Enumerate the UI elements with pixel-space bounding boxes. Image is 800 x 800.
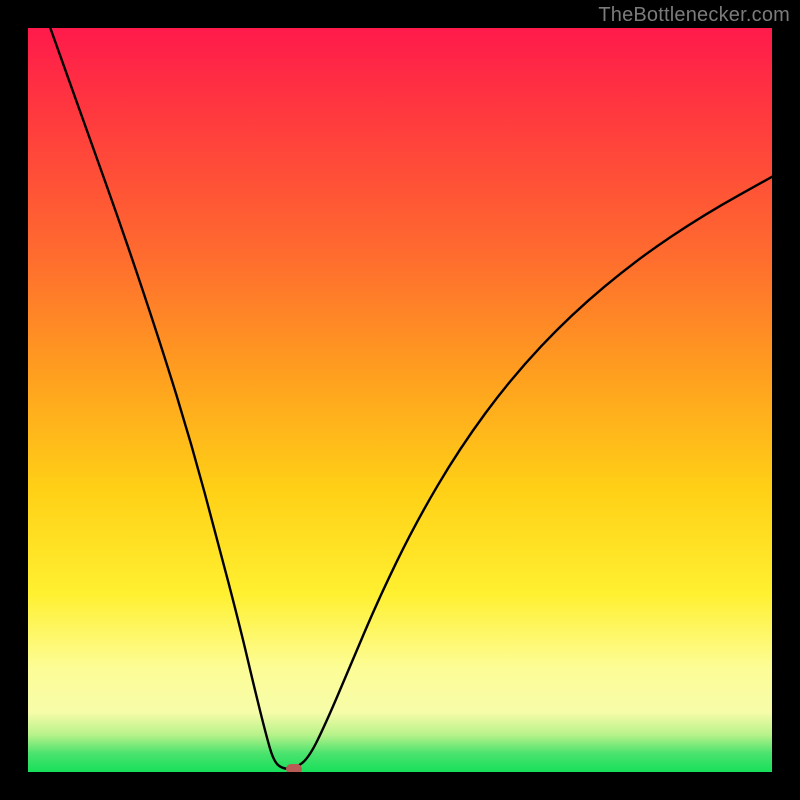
bottleneck-curve: [50, 28, 772, 769]
chart-frame: TheBottlenecker.com: [0, 0, 800, 800]
curve-layer: [28, 28, 772, 772]
watermark-text: TheBottlenecker.com: [598, 4, 790, 27]
plot-area: [28, 28, 772, 772]
optimum-marker: [286, 764, 302, 772]
